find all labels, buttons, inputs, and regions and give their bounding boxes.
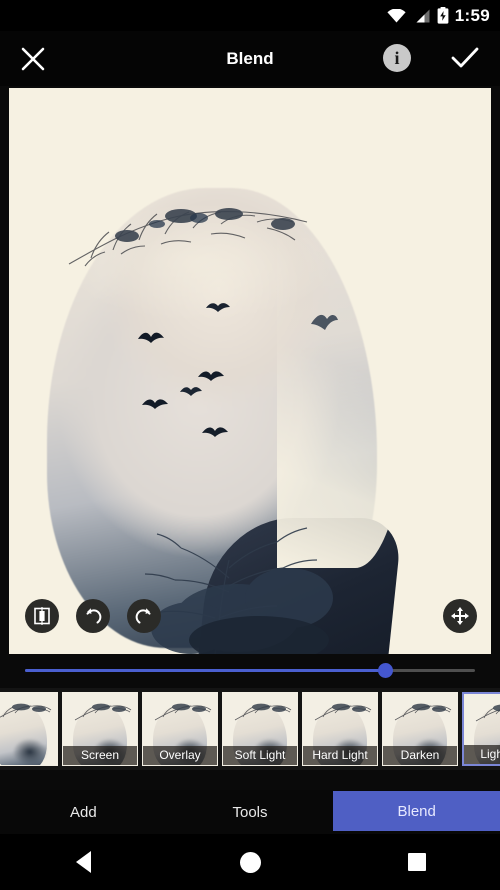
thumb-canopy-icon <box>475 704 500 722</box>
info-icon[interactable]: i <box>383 44 411 72</box>
app-bar: Blend <box>0 31 500 86</box>
tree-canopy-overlay <box>68 208 308 267</box>
cellular-signal-icon <box>416 9 430 22</box>
undo-button[interactable] <box>76 599 110 633</box>
blend-mode-screen[interactable]: Screen <box>62 692 138 766</box>
thumb-canopy-icon <box>394 703 452 721</box>
blend-mode-label: Screen <box>63 746 137 765</box>
compare-button[interactable] <box>25 599 59 633</box>
tab-label: Add <box>69 803 97 821</box>
blend-mode-lighten[interactable]: Lighten <box>462 692 500 766</box>
back-triangle-icon <box>75 851 91 873</box>
tab-add[interactable]: Add <box>0 790 167 834</box>
android-nav-bar <box>0 834 500 890</box>
blend-mode-label: Soft Light <box>223 746 297 765</box>
blend-mode-list: Screen Overlay Soft Light Hard Light Darken L… <box>0 692 500 766</box>
blend-mode-partial[interactable] <box>0 692 58 766</box>
move-arrows-icon <box>451 607 469 625</box>
blend-mode-label: Overlay <box>143 746 217 765</box>
bottom-tab-bar: Add Tools Blend <box>0 790 500 834</box>
move-button[interactable] <box>443 599 477 633</box>
blend-mode-hard-light[interactable]: Hard Light <box>302 692 378 766</box>
bird-icon <box>206 303 230 312</box>
blend-mode-label: Hard Light <box>303 746 377 765</box>
thumb-canopy-icon <box>234 703 292 721</box>
bird-icon <box>180 387 202 396</box>
thumb-canopy-icon <box>154 703 212 721</box>
thumb-canopy-icon <box>0 703 52 718</box>
bird-icon <box>202 427 228 437</box>
blend-mode-overlay[interactable]: Overlay <box>142 692 218 766</box>
home-circle-icon <box>239 851 261 873</box>
page-title: Blend <box>226 48 274 68</box>
blended-artwork <box>9 88 491 654</box>
tab-blend[interactable]: Blend <box>333 791 500 831</box>
thumb-preview <box>0 693 57 765</box>
status-icons <box>387 7 449 24</box>
wifi-icon <box>387 8 406 22</box>
check-icon[interactable] <box>450 44 480 72</box>
image-canvas[interactable] <box>9 88 491 654</box>
blend-mode-darken[interactable]: Darken <box>382 692 458 766</box>
tab-label: Blend <box>397 802 436 820</box>
blend-mode-strip[interactable]: Screen Overlay Soft Light Hard Light Darken L… <box>0 688 500 770</box>
blend-mode-soft-light[interactable]: Soft Light <box>222 692 298 766</box>
nav-recents-button[interactable] <box>333 853 500 871</box>
battery-charging-icon <box>437 7 449 24</box>
redo-button[interactable] <box>127 599 161 633</box>
close-icon[interactable] <box>20 46 46 72</box>
tab-label: Tools <box>232 803 268 821</box>
opacity-slider-fill <box>25 668 385 672</box>
app-root: 1:59 Blend i Screen Overlay Soft Light H… <box>0 0 500 890</box>
compare-split-icon <box>34 607 50 625</box>
thumb-beard-shape <box>13 737 53 765</box>
blend-mode-label: Lighten <box>464 745 500 764</box>
recents-square-icon <box>407 853 426 871</box>
blend-mode-label: Darken <box>383 746 457 765</box>
nav-home-button[interactable] <box>167 851 334 873</box>
opacity-slider-row <box>0 654 500 686</box>
bird-icon <box>311 314 338 330</box>
nav-back-button[interactable] <box>0 851 167 873</box>
bird-icon <box>198 371 224 381</box>
opacity-slider[interactable] <box>25 662 475 678</box>
status-bar-time: 1:59 <box>454 5 490 25</box>
tab-tools[interactable]: Tools <box>167 790 334 834</box>
undo-icon <box>86 608 102 624</box>
bird-icon <box>142 399 168 409</box>
bird-icon <box>138 332 164 343</box>
redo-icon <box>135 608 151 624</box>
status-bar: 1:59 <box>0 0 500 31</box>
thumb-canopy-icon <box>74 703 132 721</box>
thumb-canopy-icon <box>314 703 372 721</box>
opacity-slider-thumb[interactable] <box>378 662 393 678</box>
